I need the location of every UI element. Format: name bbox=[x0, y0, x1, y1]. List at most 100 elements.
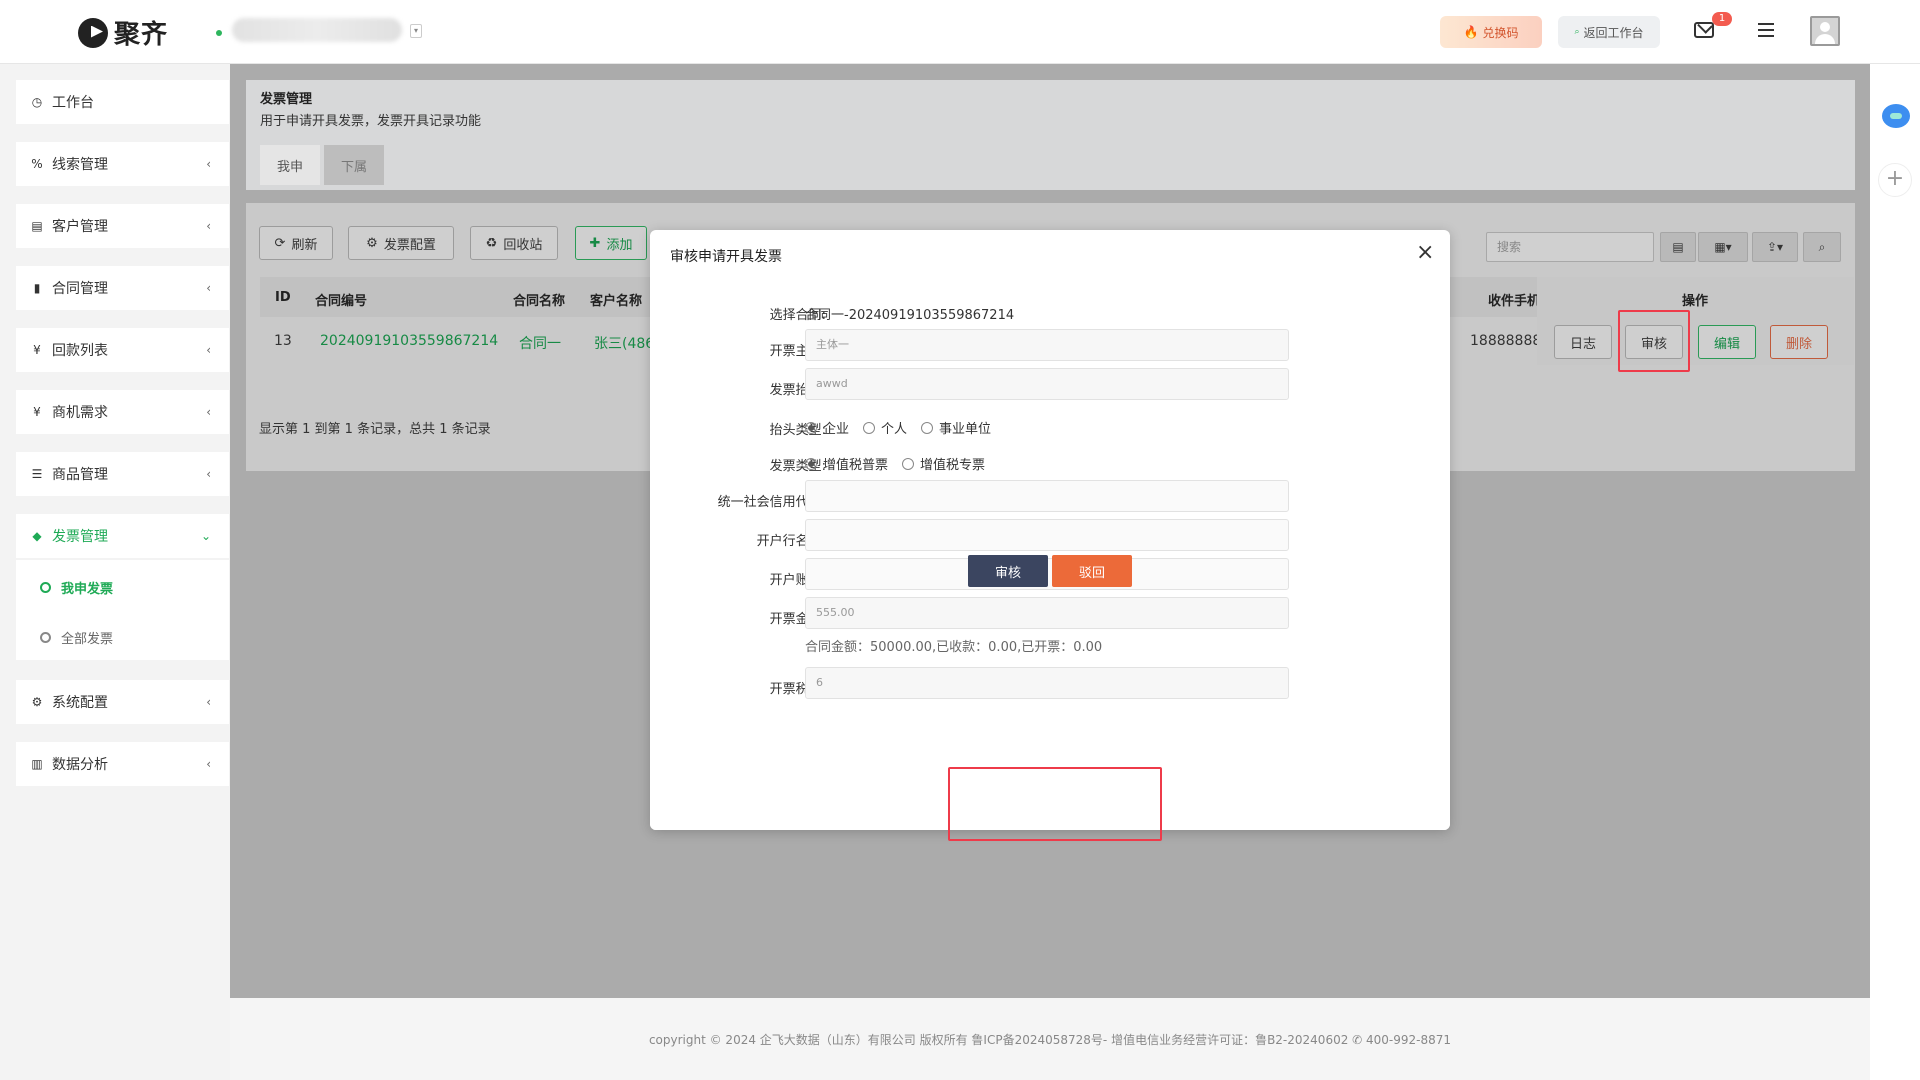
page-subtitle: 用于申请开具发票，发票开具记录功能 bbox=[260, 114, 482, 129]
column-operations: 操作 bbox=[1682, 294, 1709, 309]
sidebar-item-payments[interactable]: ¥ 回款列表 ‹ bbox=[16, 328, 229, 372]
invoice-submenu: 我申发票 全部发票 bbox=[16, 560, 229, 660]
sidebar-item-label: 回款列表 bbox=[52, 343, 108, 359]
sidebar-item-label: 系统配置 bbox=[52, 695, 108, 711]
radio-label: 企业 bbox=[823, 422, 850, 437]
radio-icon bbox=[921, 421, 934, 434]
sidebar-item-label: 工作台 bbox=[52, 95, 94, 111]
radio-vat-special[interactable]: 增值税专票 bbox=[902, 454, 985, 473]
sidebar-item-products[interactable]: ☰ 商品管理 ‹ bbox=[16, 452, 229, 496]
gears-icon: ⚙ bbox=[31, 695, 43, 709]
sidebar-item-customers[interactable]: ▤ 客户管理 ‹ bbox=[16, 204, 229, 248]
sidebar-item-label: 合同管理 bbox=[52, 281, 108, 297]
highlight-box bbox=[1618, 310, 1690, 372]
sidebar-item-contracts[interactable]: ▮ 合同管理 ‹ bbox=[16, 266, 229, 310]
dialog-title: 审核申请开具发票 bbox=[670, 249, 782, 265]
reject-button[interactable]: 驳回 bbox=[1052, 555, 1132, 587]
radio-enterprise[interactable]: 企业 bbox=[805, 418, 849, 437]
org-selector[interactable] bbox=[232, 18, 402, 42]
sidebar-subitem-all-invoices[interactable]: 全部发票 bbox=[40, 626, 113, 648]
sidebar-item-workbench[interactable]: ◷ 工作台 bbox=[16, 80, 229, 124]
columns-toggle-icon[interactable]: ▦▾ bbox=[1698, 232, 1748, 262]
bookmark-icon: ▮ bbox=[33, 281, 41, 295]
table-cell-contract-name[interactable]: 合同一 bbox=[519, 333, 561, 353]
status-dot bbox=[216, 30, 222, 36]
search-icon: ⌕ bbox=[1574, 27, 1580, 37]
circle-icon bbox=[40, 631, 51, 643]
chevron-down-icon[interactable]: ▾ bbox=[410, 24, 422, 38]
column-id: ID bbox=[275, 290, 291, 305]
invoice-title-field[interactable]: awwd bbox=[805, 368, 1289, 400]
radio-individual[interactable]: 个人 bbox=[863, 418, 907, 437]
tab-mine[interactable]: 我申 bbox=[260, 145, 320, 185]
redeem-code-label: 兑换码 bbox=[1482, 25, 1519, 40]
hamburger-menu-icon[interactable] bbox=[1758, 23, 1774, 37]
delete-button[interactable]: 删除 bbox=[1770, 325, 1828, 359]
sidebar-item-invoices[interactable]: ◆ 发票管理 ⌄ bbox=[16, 514, 229, 558]
invoice-config-button[interactable]: ⚙ 发票配置 bbox=[348, 226, 454, 260]
refresh-button[interactable]: ⟳ 刷新 bbox=[259, 226, 333, 260]
return-workbench-label: 返回工作台 bbox=[1583, 25, 1644, 40]
mail-icon[interactable] bbox=[1694, 22, 1714, 38]
radio-icon bbox=[805, 421, 817, 434]
sidebar-item-opportunities[interactable]: ¥ 商机需求 ‹ bbox=[16, 390, 229, 434]
invoice-type-radios: 增值税普票 增值税专票 bbox=[805, 454, 989, 473]
recycle-bin-label: 回收站 bbox=[503, 237, 543, 253]
recycle-bin-button[interactable]: ♻ 回收站 bbox=[470, 226, 558, 260]
return-workbench-button[interactable]: ⌕ 返回工作台 bbox=[1558, 16, 1660, 48]
link-icon: % bbox=[31, 157, 43, 171]
chevron-left-icon: ‹ bbox=[206, 157, 211, 171]
table-cell-customer[interactable]: 张三(486 bbox=[594, 333, 654, 353]
brand-name: 聚齐 bbox=[114, 20, 169, 50]
export-icon[interactable]: ⇪▾ bbox=[1752, 232, 1798, 262]
radio-institution[interactable]: 事业单位 bbox=[921, 418, 991, 437]
chevron-left-icon: ‹ bbox=[206, 219, 211, 233]
radio-label: 增值税普票 bbox=[823, 458, 889, 473]
tax-rate-field[interactable]: 6 bbox=[805, 667, 1289, 699]
radio-vat-general[interactable]: 增值税普票 bbox=[805, 454, 888, 473]
log-button[interactable]: 日志 bbox=[1554, 325, 1612, 359]
top-header: 聚齐 ▾ 🔥 兑换码 ⌕ 返回工作台 1 bbox=[0, 0, 1920, 64]
approve-button[interactable]: 审核 bbox=[968, 555, 1048, 587]
yen-icon: ¥ bbox=[33, 343, 41, 357]
edit-button[interactable]: 编辑 bbox=[1698, 325, 1756, 359]
amount-field[interactable]: 555.00 bbox=[805, 597, 1289, 629]
table-cell-contract-no[interactable]: 20240919103559867214 bbox=[320, 333, 498, 349]
chevron-left-icon: ‹ bbox=[206, 757, 211, 771]
close-icon[interactable]: × bbox=[1416, 240, 1434, 265]
sidebar-subitem-my-invoices[interactable]: 我申发票 bbox=[40, 576, 113, 598]
sidebar-item-analytics[interactable]: ▥ 数据分析 ‹ bbox=[16, 742, 229, 786]
search-input[interactable]: 搜索 bbox=[1486, 232, 1654, 262]
entity-field[interactable]: 主体一 bbox=[805, 329, 1289, 361]
column-contract-name: 合同名称 bbox=[513, 294, 566, 309]
chevron-down-icon: ⌄ bbox=[200, 529, 211, 543]
credit-code-field[interactable] bbox=[805, 480, 1289, 512]
avatar[interactable] bbox=[1810, 16, 1840, 46]
add-button[interactable]: ✚ 添加 bbox=[575, 226, 647, 260]
recycle-icon: ♻ bbox=[485, 235, 498, 251]
id-card-icon: ▤ bbox=[31, 219, 43, 233]
highlight-box bbox=[948, 767, 1162, 841]
sidebar-item-system-config[interactable]: ⚙ 系统配置 ‹ bbox=[16, 680, 229, 724]
chat-icon[interactable] bbox=[1882, 104, 1910, 128]
table-view-icon[interactable]: ▤ bbox=[1660, 232, 1696, 262]
bar-chart-icon: ▥ bbox=[31, 757, 43, 771]
search-icon[interactable]: ⌕ bbox=[1803, 232, 1841, 262]
fire-icon: 🔥 bbox=[1463, 25, 1479, 39]
redeem-code-button[interactable]: 🔥 兑换码 bbox=[1440, 16, 1542, 48]
footer: copyright © 2024 企飞大数据（山东）有限公司 版权所有 鲁ICP… bbox=[230, 998, 1870, 1080]
sidebar-subitem-label: 全部发票 bbox=[61, 631, 114, 647]
dialog-body: 选择合同: 合同一-20240919103559867214 开票主体: 主体一… bbox=[650, 280, 1450, 758]
plus-icon[interactable]: + bbox=[1878, 163, 1912, 197]
chevron-left-icon: ‹ bbox=[206, 281, 211, 295]
brand-logo[interactable]: 聚齐 bbox=[78, 14, 168, 51]
review-invoice-dialog: 审核申请开具发票 × 选择合同: 合同一-2024091910355986721… bbox=[650, 230, 1450, 830]
tab-subordinates[interactable]: 下属 bbox=[324, 145, 384, 185]
chevron-left-icon: ‹ bbox=[206, 343, 211, 357]
sidebar-item-label: 商机需求 bbox=[52, 405, 108, 421]
bank-name-field[interactable] bbox=[805, 519, 1289, 551]
plus-icon: ✚ bbox=[589, 235, 601, 251]
sidebar-item-leads[interactable]: % 线索管理 ‹ bbox=[16, 142, 229, 186]
radio-label: 增值税专票 bbox=[920, 458, 986, 473]
chevron-left-icon: ‹ bbox=[206, 467, 211, 481]
